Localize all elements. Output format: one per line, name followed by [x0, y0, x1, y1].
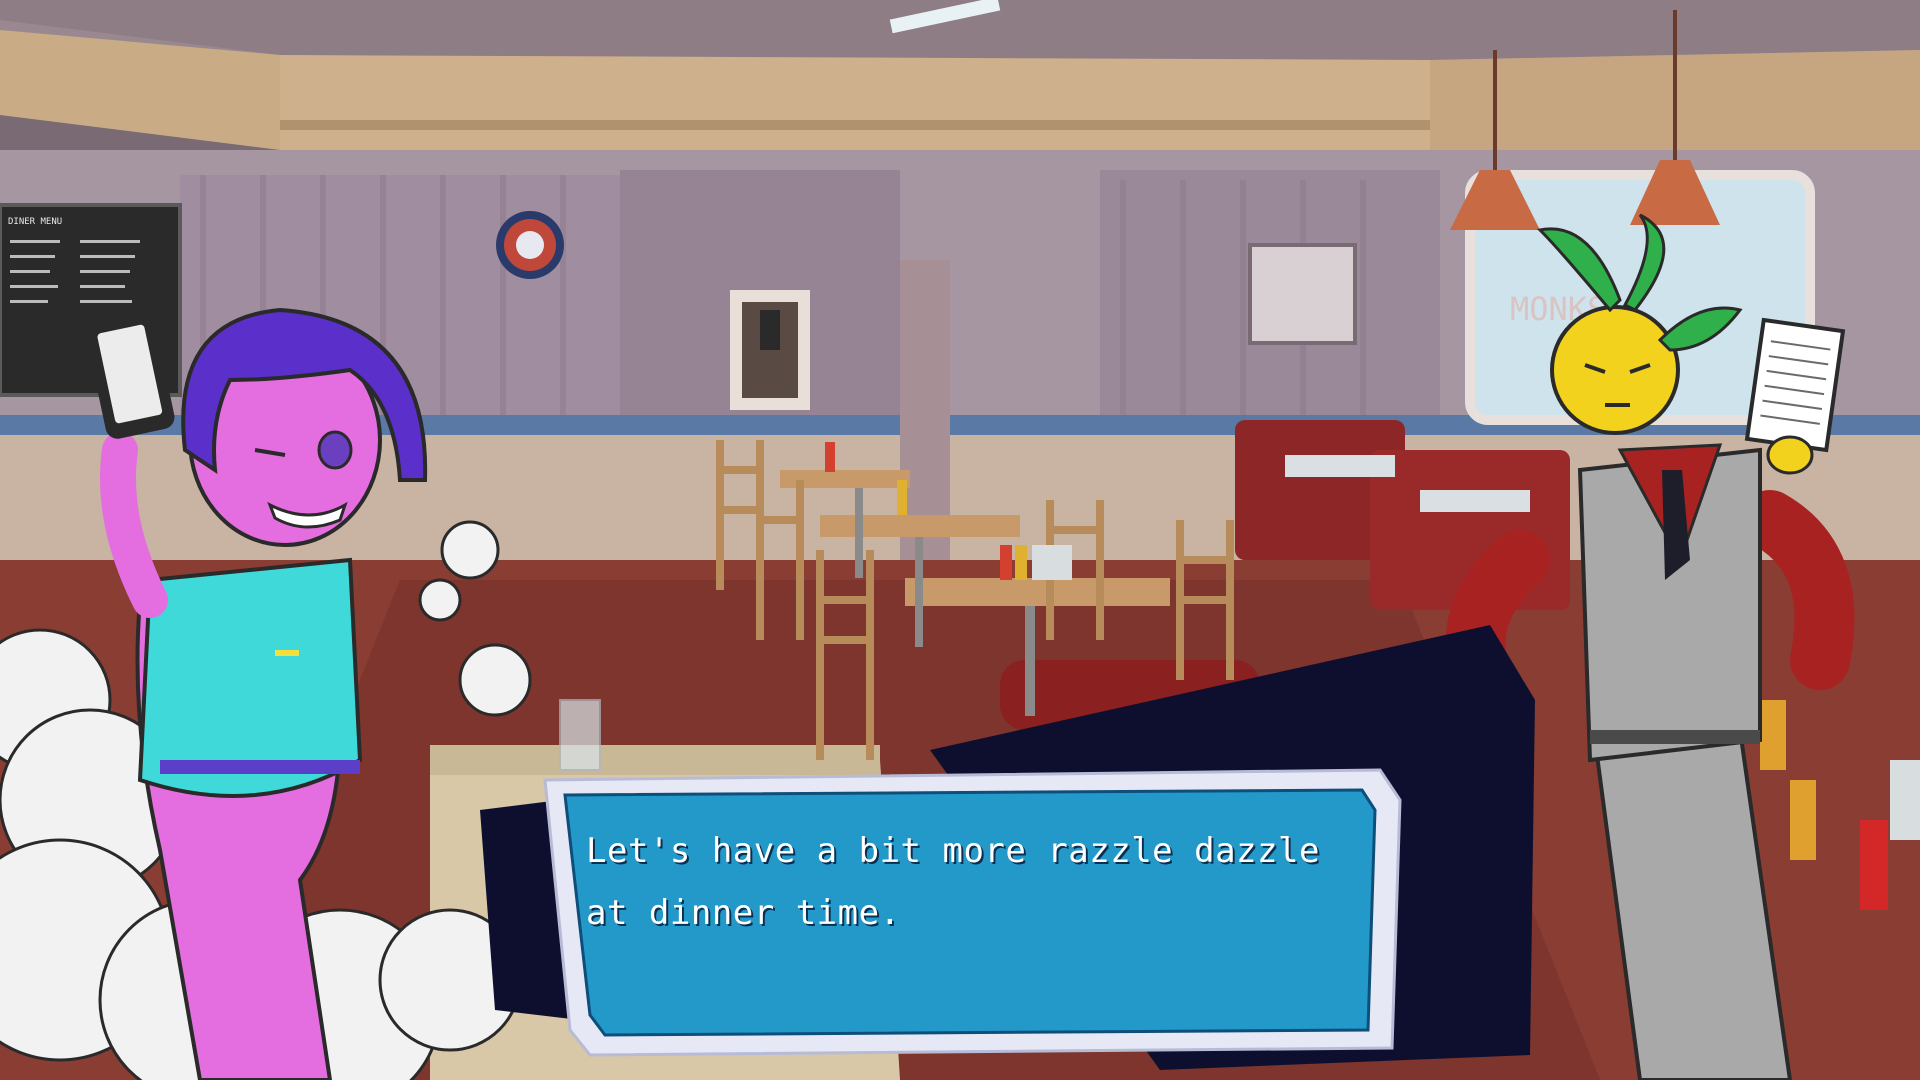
- lemon-head: [1550, 305, 1680, 435]
- glass-icon: [559, 699, 601, 771]
- wall-clock-icon: [496, 211, 564, 279]
- dialogue-text: Let's have a bit more razzle dazzle at d…: [586, 831, 1320, 933]
- menu-board-heading: DINER MENU: [8, 217, 62, 227]
- wall-picture-icon: [1248, 243, 1357, 345]
- pay-phone-icon: [730, 290, 810, 410]
